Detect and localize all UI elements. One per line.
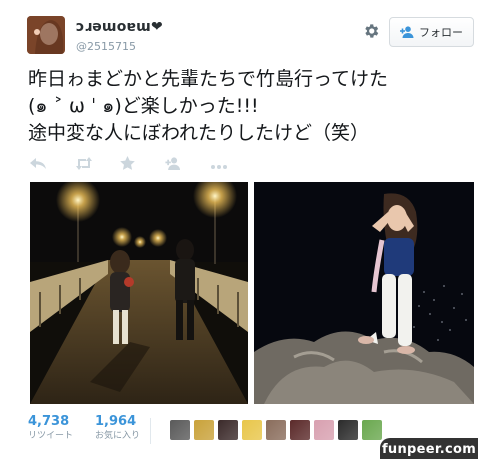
more-icon[interactable] xyxy=(210,155,228,169)
tweet-stats: 4,738 リツイート 1,964 お気に入り xyxy=(28,414,140,443)
favorite-icon[interactable] xyxy=(120,155,138,170)
favoriter-avatar[interactable] xyxy=(362,420,382,440)
favoriter-avatar[interactable] xyxy=(314,420,334,440)
stats-divider xyxy=(150,418,151,444)
tweet-actions xyxy=(30,155,228,170)
screen-name[interactable]: @2515715 xyxy=(76,40,136,53)
favorite-count-label: お気に入り xyxy=(95,431,141,441)
retweet-count-label: リツイート xyxy=(28,431,74,441)
favoriter-avatars xyxy=(170,420,382,440)
tweet-line: 途中変な人にぼわれたりしたけど（笑） xyxy=(28,122,370,144)
favoriter-avatar[interactable] xyxy=(290,420,310,440)
rocks-night-photo[interactable] xyxy=(254,182,474,404)
retweet-count[interactable]: 4,738 リツイート xyxy=(28,414,73,443)
bridge-night-photo[interactable] xyxy=(30,182,248,404)
display-name[interactable]: ɔɹəɯoɐɯ❤ xyxy=(76,19,163,35)
favorite-count-value: 1,964 xyxy=(95,414,137,429)
favoriter-avatar[interactable] xyxy=(194,420,214,440)
avatar-image xyxy=(27,16,65,54)
follow-button-label: フォロー xyxy=(419,26,463,39)
retweet-icon[interactable] xyxy=(75,155,93,170)
favoriter-avatar[interactable] xyxy=(242,420,262,440)
reply-icon[interactable] xyxy=(30,155,48,169)
favorite-count[interactable]: 1,964 お気に入り xyxy=(95,414,140,443)
retweet-count-value: 4,738 xyxy=(28,414,70,429)
tweet-line: 昨日ゎまどかと先輩たちで竹島行ってけた xyxy=(28,68,389,90)
tweet-line: (๑ ˃ ω ˈ ๑)ど楽しかった!!! xyxy=(28,95,259,117)
favoriter-avatar[interactable] xyxy=(338,420,358,440)
person-add-icon xyxy=(400,26,414,38)
tweet-card: ɔɹəɯoɐɯ❤ @2515715 フォロー 昨日ゎまどかと先輩たちで竹島行って… xyxy=(0,0,500,459)
follow-button[interactable]: フォロー xyxy=(389,17,474,47)
watermark: funpeer.com xyxy=(380,438,478,459)
favoriter-avatar[interactable] xyxy=(266,420,286,440)
avatar[interactable] xyxy=(27,16,65,54)
favoriter-avatar[interactable] xyxy=(170,420,190,440)
tweet-text: 昨日ゎまどかと先輩たちで竹島行ってけた (๑ ˃ ω ˈ ๑)ど楽しかった!!!… xyxy=(28,66,488,147)
gear-icon[interactable] xyxy=(362,22,380,40)
follow-icon[interactable] xyxy=(165,155,183,170)
favoriter-avatar[interactable] xyxy=(218,420,238,440)
